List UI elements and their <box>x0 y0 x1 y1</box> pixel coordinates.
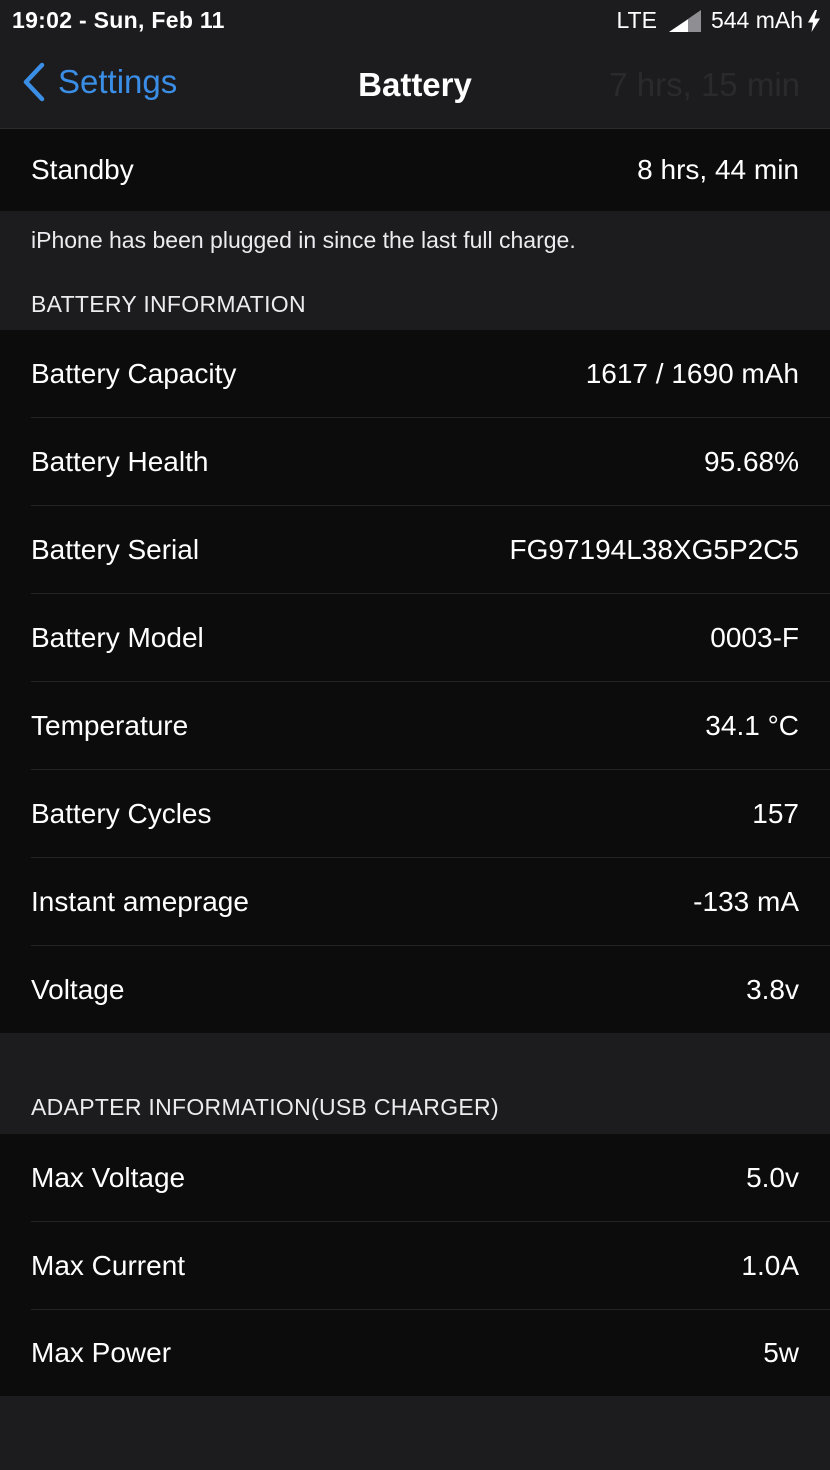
battery-model-row: Battery Model 0003-F <box>0 594 830 682</box>
battery-info-header: BATTERY INFORMATION <box>31 291 306 317</box>
status-bar: 19:02 - Sun, Feb 11 LTE 544 mAh <box>0 0 830 44</box>
voltage-label: Voltage <box>31 973 125 1005</box>
instant-amperage-value: -133 mA <box>693 886 799 917</box>
battery-capacity-row: Battery Capacity 1617 / 1690 mAh <box>0 330 830 418</box>
max-voltage-value: 5.0v <box>746 1162 799 1193</box>
instant-amperage-row: Instant ameprage -133 mA <box>0 858 830 946</box>
battery-health-row: Battery Health 95.68% <box>0 418 830 506</box>
max-power-row: Max Power 5w <box>0 1310 830 1396</box>
battery-serial-label: Battery Serial <box>31 534 200 565</box>
battery-capacity-value: 1617 / 1690 mAh <box>585 358 799 389</box>
carrier-label: LTE <box>616 7 657 33</box>
max-current-label: Max Current <box>31 1250 186 1281</box>
standby-value: 8 hrs, 44 min <box>637 154 799 185</box>
instant-amperage-label: Instant ameprage <box>31 886 249 917</box>
adapter-info-header: ADAPTER INFORMATION(USB CHARGER) <box>31 1094 499 1120</box>
voltage-row: Voltage 3.8v <box>0 946 830 1033</box>
standby-label: Standby <box>31 154 134 185</box>
battery-health-value: 95.68% <box>704 446 799 477</box>
max-voltage-row: Max Voltage 5.0v <box>0 1134 830 1222</box>
cellular-signal-icon <box>668 9 701 32</box>
battery-capacity-label: Battery Capacity <box>31 358 237 389</box>
standby-row: Standby 8 hrs, 44 min <box>0 129 830 211</box>
battery-serial-row: Battery Serial FG97194L38XG5P2C5 <box>0 506 830 594</box>
temperature-value: 34.1 °C <box>705 710 799 741</box>
status-right: LTE 544 mAh <box>616 7 820 34</box>
voltage-value: 3.8v <box>746 973 799 1005</box>
charge-footnote: iPhone has been plugged in since the las… <box>31 227 576 253</box>
max-power-label: Max Power <box>31 1337 172 1368</box>
status-time: 19:02 - Sun, Feb 11 <box>12 7 225 33</box>
max-current-row: Max Current 1.0A <box>0 1222 830 1310</box>
charging-bolt-icon <box>808 9 820 32</box>
max-current-value: 1.0A <box>741 1250 799 1281</box>
battery-text: 544 mAh <box>710 7 803 33</box>
battery-cycles-label: Battery Cycles <box>31 798 212 829</box>
faded-usage-text: 7 hrs, 15 min <box>609 66 800 103</box>
battery-serial-value: FG97194L38XG5P2C5 <box>509 534 799 565</box>
battery-model-label: Battery Model <box>31 622 204 653</box>
max-voltage-label: Max Voltage <box>31 1162 186 1193</box>
battery-model-value: 0003-F <box>710 622 799 653</box>
battery-cycles-row: Battery Cycles 157 <box>0 770 830 858</box>
battery-cycles-value: 157 <box>752 798 799 829</box>
temperature-label: Temperature <box>31 710 189 741</box>
battery-health-label: Battery Health <box>31 446 209 477</box>
max-power-value: 5w <box>763 1337 799 1368</box>
navigation-bar: Settings Battery 7 hrs, 15 min <box>0 44 830 129</box>
temperature-row: Temperature 34.1 °C <box>0 682 830 770</box>
